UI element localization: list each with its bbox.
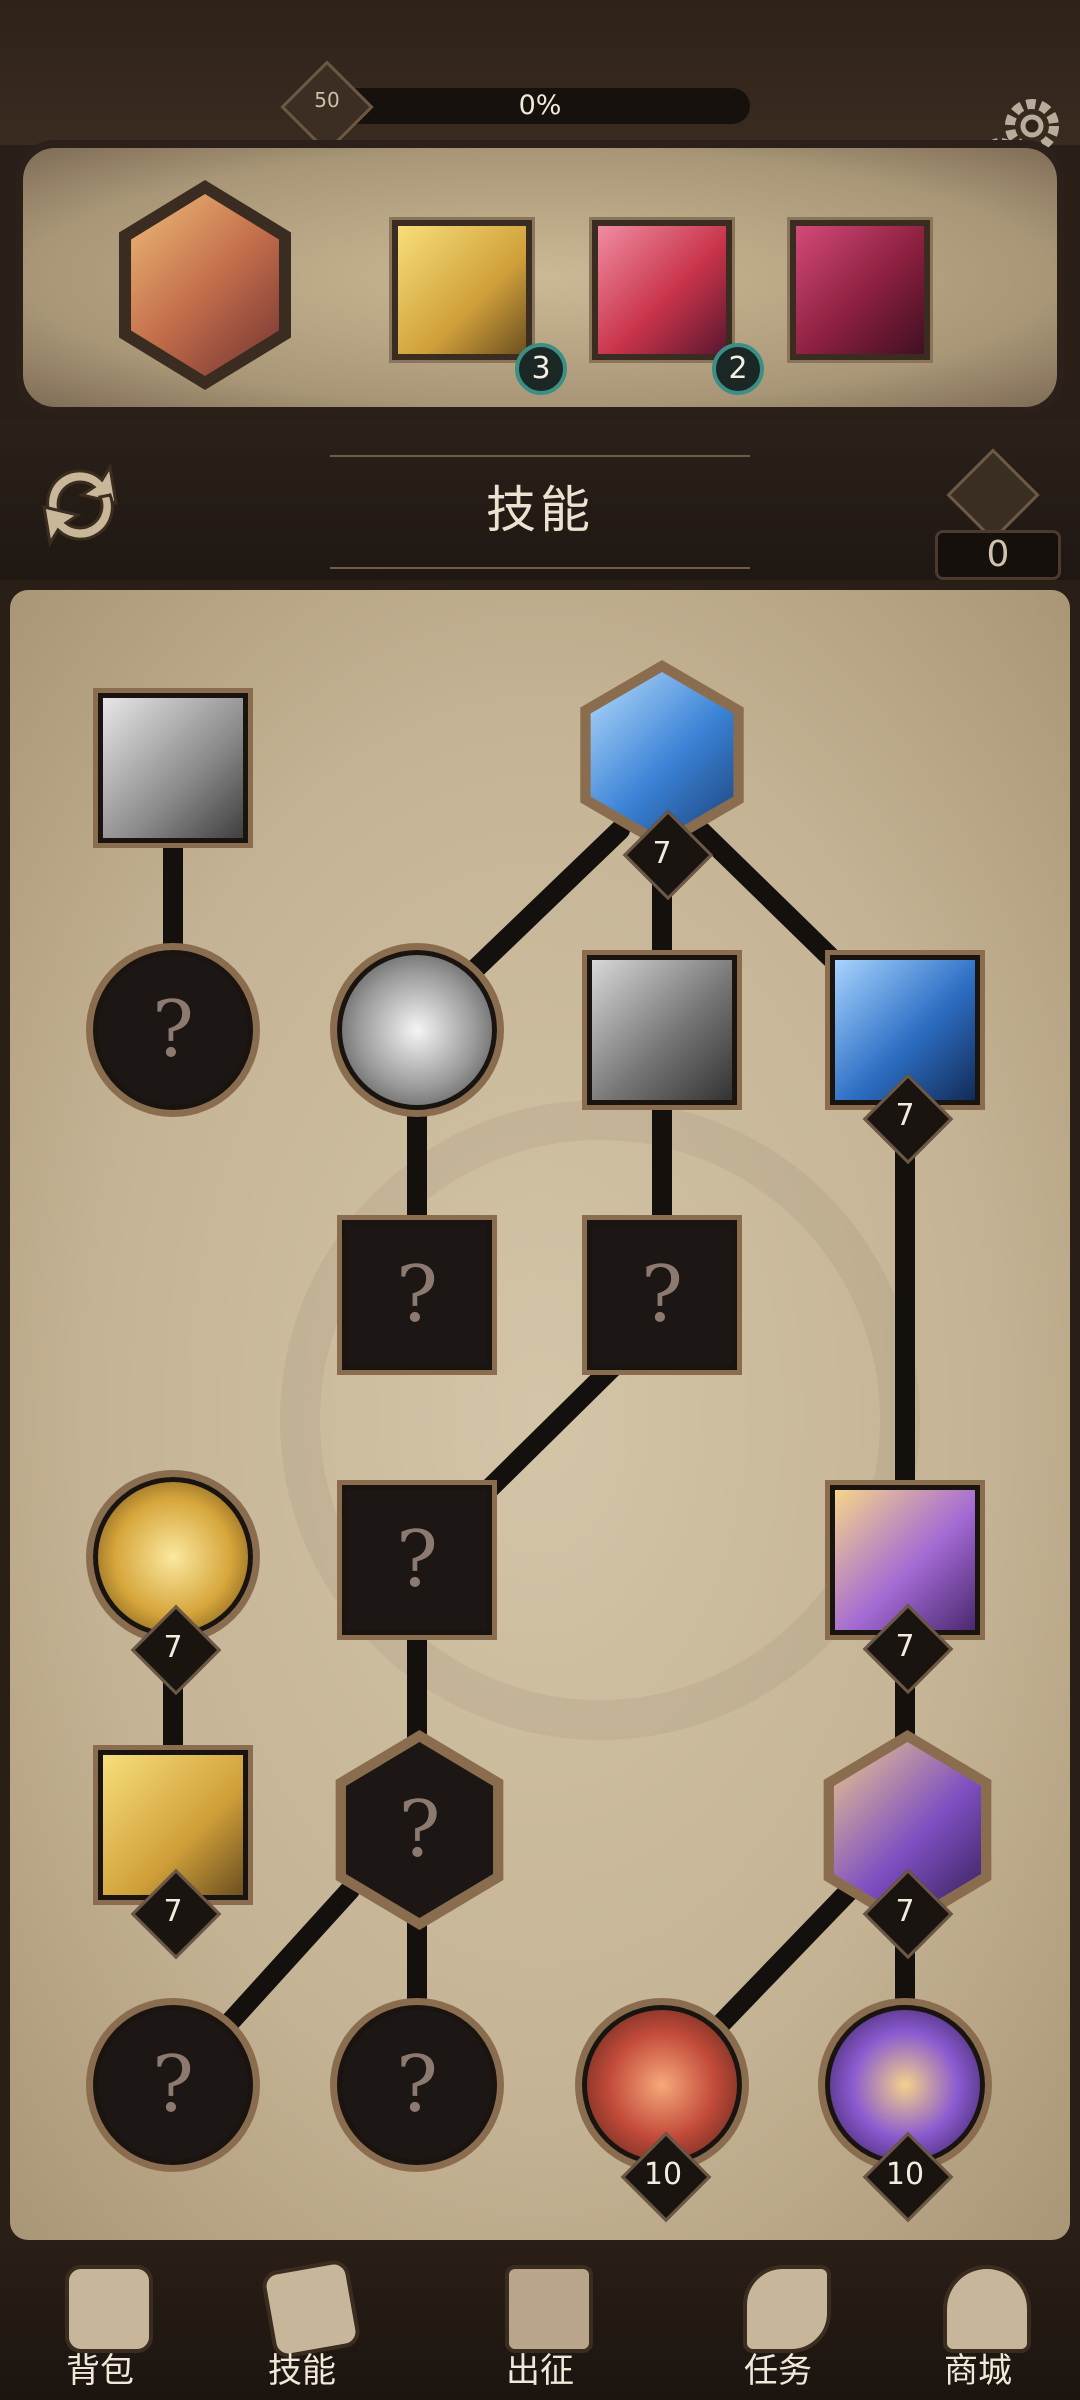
skill-node-locked[interactable]: ?	[93, 950, 253, 1110]
skill-node-light-burst[interactable]	[337, 950, 497, 1110]
nav-shop[interactable]: 商城	[908, 2255, 1048, 2400]
nav-skills[interactable]: 技能	[232, 2255, 372, 2400]
nav-label: 任务	[744, 2351, 812, 2391]
sword-map-icon	[505, 2265, 593, 2353]
unknown-icon: ?	[396, 2040, 438, 2130]
skill-node-holy-shield[interactable]	[93, 688, 253, 848]
skill-level: 7	[895, 1629, 915, 1664]
skill-level: 10	[885, 2157, 925, 2192]
nav-quests[interactable]: 任务	[708, 2255, 848, 2400]
backpack-icon	[65, 2265, 153, 2353]
skill-node-locked[interactable]: ?	[337, 2005, 497, 2165]
skill-level: 7	[163, 1894, 183, 1929]
skill-level: 7	[895, 1894, 915, 1929]
nav-expedition[interactable]: 出征	[470, 2255, 610, 2400]
skill-level: 7	[652, 836, 672, 871]
unknown-icon: ?	[641, 1250, 683, 1340]
scroll-icon	[743, 2265, 831, 2353]
skill-node-locked[interactable]: ?	[337, 1215, 497, 1375]
nav-label: 出征	[506, 2351, 574, 2391]
skill-level: 7	[163, 1630, 183, 1665]
nav-label: 技能	[268, 2351, 336, 2391]
unknown-icon: ?	[398, 1785, 441, 1875]
skill-node-stone-beast[interactable]	[582, 950, 742, 1110]
shop-crown-icon	[943, 2265, 1031, 2353]
skill-node-locked[interactable]: ?	[582, 1215, 742, 1375]
skill-node-locked[interactable]: ?	[337, 1480, 497, 1640]
skill-level: 7	[895, 1098, 915, 1133]
nav-label: 背包	[66, 2351, 134, 2391]
skill-node-locked[interactable]: ?	[93, 2005, 253, 2165]
unknown-icon: ?	[152, 985, 194, 1075]
unknown-icon: ?	[152, 2040, 194, 2130]
nav-backpack[interactable]: 背包	[30, 2255, 170, 2400]
nav-label: 商城	[944, 2351, 1012, 2391]
unknown-icon: ?	[396, 1250, 438, 1340]
skill-level: 10	[643, 2157, 683, 2192]
unknown-icon: ?	[396, 1515, 438, 1605]
